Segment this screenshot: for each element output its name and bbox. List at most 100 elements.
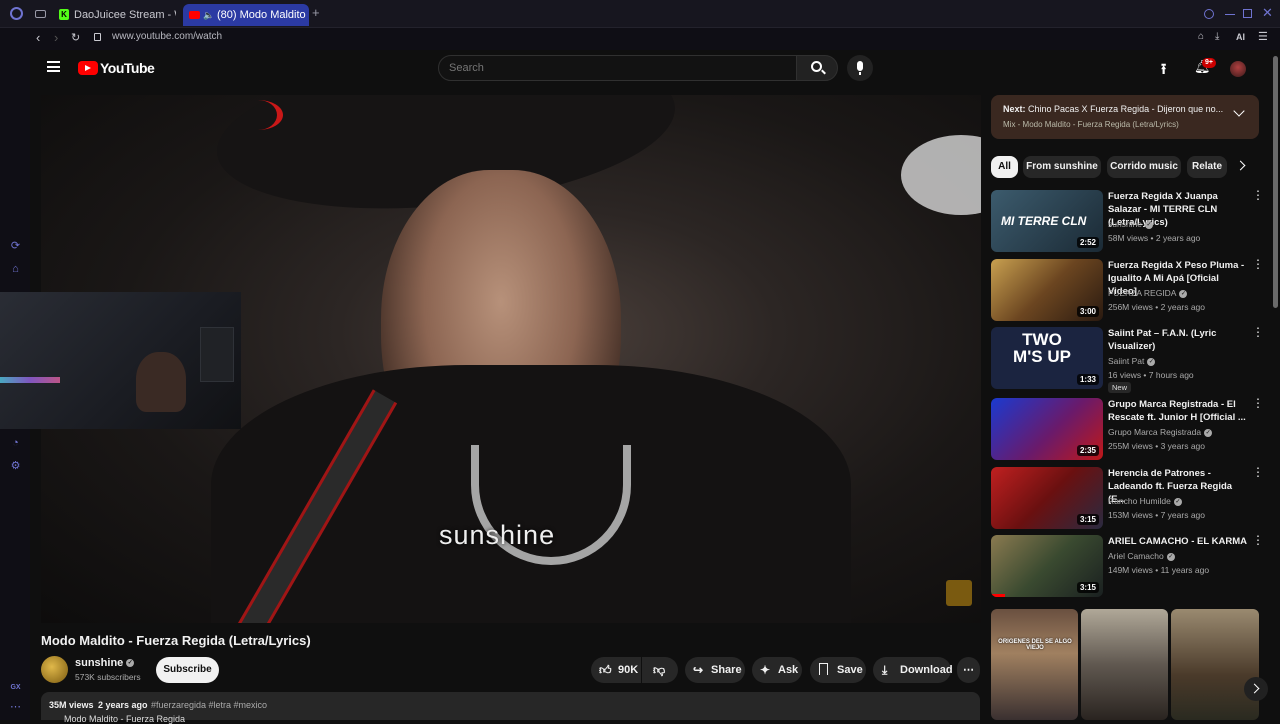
messenger-icon[interactable]: ◔ — [9, 437, 22, 450]
more-vertical-icon[interactable]: ⋮ — [1252, 189, 1264, 201]
shorts-item[interactable] — [1081, 609, 1168, 720]
like-button[interactable]: 👍︎ 90K — [591, 657, 641, 683]
scrollbar-thumb[interactable] — [1273, 56, 1278, 308]
video-meta: 58M views • 2 years ago — [1108, 233, 1201, 243]
voice-search-button[interactable] — [847, 55, 873, 81]
list-item[interactable]: TWO M'S UP 1:33 Saiint Pat – F.A.N. (Lyr… — [991, 326, 1264, 393]
video-thumbnail[interactable]: MI TERRE CLN 2:52 — [991, 190, 1103, 252]
download-label: Download — [900, 664, 953, 676]
youtube-header: YouTube ⭱ 🔔︎ 9+ — [30, 50, 1270, 86]
up-next-prefix: Next: — [1003, 104, 1026, 114]
video-thumbnail[interactable]: 3:15 — [991, 535, 1103, 597]
list-item[interactable]: 3:15 ARIEL CAMACHO - EL KARMA Ariel Cama… — [991, 534, 1264, 597]
save-button[interactable]: Save — [810, 657, 866, 683]
hamburger-menu-icon[interactable] — [47, 61, 60, 72]
search-input[interactable] — [449, 61, 769, 75]
channel-name[interactable]: Grupo Marca Registrada ✓ — [1108, 427, 1213, 437]
chips-next-icon[interactable] — [1235, 160, 1246, 171]
video-meta: 149M views • 11 years ago — [1108, 565, 1210, 575]
chip-all[interactable]: All — [991, 156, 1018, 178]
dislike-button[interactable]: 👎︎ — [642, 657, 678, 683]
search-button[interactable] — [796, 55, 838, 81]
channel-name[interactable]: Rancho Humilde ✓ — [1108, 496, 1182, 506]
new-tab-icon[interactable]: + — [312, 5, 320, 20]
list-item[interactable]: MI TERRE CLN 2:52 Fuerza Regida X Juanpa… — [991, 189, 1264, 252]
search-box[interactable] — [438, 55, 797, 81]
channel-name-text: sunshine — [75, 657, 124, 669]
more-vertical-icon[interactable]: ⋮ — [1252, 397, 1264, 409]
video-thumbnail[interactable]: 3:00 — [991, 259, 1103, 321]
more-icon[interactable]: ⋯ — [9, 701, 22, 714]
video-title[interactable]: ARIEL CAMACHO - EL KARMA — [1108, 535, 1248, 548]
youtube-logo[interactable] — [78, 61, 98, 75]
page-scrollbar[interactable] — [1271, 50, 1280, 720]
easy-setup-icon[interactable]: ☰ — [1258, 30, 1268, 43]
chevron-down-icon[interactable] — [1233, 105, 1245, 117]
reload-icon[interactable]: ↻ — [71, 31, 80, 44]
more-actions-button[interactable]: ⋯ — [957, 657, 980, 683]
shorts-item[interactable]: ORIGENES DEL SE ALGO VIEJO — [991, 609, 1078, 720]
thumbnail-caption: TWO M'S UP — [1013, 330, 1071, 366]
more-vertical-icon[interactable]: ⋮ — [1252, 534, 1264, 546]
up-next-panel[interactable]: Next: Chino Pacas X Fuerza Regida - Dije… — [991, 95, 1259, 139]
settings-icon[interactable]: ⚙ — [9, 460, 22, 473]
shorts-item[interactable] — [1171, 609, 1259, 720]
up-next-subtitle: Mix - Modo Maldito - Fuerza Regida (Letr… — [1003, 120, 1179, 129]
ai-label[interactable]: AI — [1236, 32, 1245, 42]
avatar[interactable] — [1230, 61, 1246, 77]
gx-label[interactable]: GX — [9, 681, 22, 694]
tab-daojuicee[interactable]: K DaoJuicee Stream - Watch — [54, 4, 176, 26]
speaker-icon[interactable]: 🔈 — [203, 4, 214, 26]
search-tabs-icon[interactable] — [1204, 9, 1214, 19]
url-field[interactable]: www.youtube.com/watch — [112, 31, 222, 42]
snapshot-icon[interactable]: ⌂ — [1198, 31, 1204, 42]
ask-button[interactable]: ✦ Ask — [752, 657, 802, 683]
channel-name[interactable]: Ariel Camacho ✓ — [1108, 551, 1175, 561]
forward-icon[interactable]: › — [54, 30, 58, 45]
video-title[interactable]: Saiint Pat – F.A.N. (Lyric Visualizer) — [1108, 327, 1248, 353]
video-thumbnail[interactable]: 3:15 — [991, 467, 1103, 529]
download-icon[interactable]: ⤓ — [1215, 31, 1219, 42]
bag-icon[interactable]: ⌂ — [9, 263, 22, 276]
youtube-logo-text[interactable]: YouTube — [100, 60, 155, 76]
download-icon: ⤓ — [882, 663, 888, 677]
more-vertical-icon[interactable]: ⋮ — [1252, 326, 1264, 338]
thumbs-down-icon: 👎︎ — [653, 663, 666, 677]
video-title[interactable]: Grupo Marca Registrada - El Rescate ft. … — [1108, 398, 1248, 424]
history-icon[interactable]: ⟳ — [9, 240, 22, 253]
chip-corrido-music[interactable]: Corrido music — [1107, 156, 1181, 178]
channel-name[interactable]: sunshine ✓ — [1108, 219, 1154, 229]
workspace-icon[interactable] — [35, 10, 46, 18]
verified-icon: ✓ — [1147, 357, 1156, 366]
channel-name[interactable]: Saiint Pat ✓ — [1108, 356, 1156, 366]
tab-youtube-active[interactable]: 🔈 (80) Modo Maldito - Fu — [183, 4, 309, 26]
description-box[interactable]: 35M views 2 years ago #fuerzaregida #let… — [41, 692, 980, 724]
list-item[interactable]: 3:00 Fuerza Regida X Peso Pluma - Iguali… — [991, 258, 1264, 321]
close-window-icon[interactable]: ✕ — [1262, 5, 1273, 21]
chip-from-sunshine[interactable]: From sunshine — [1023, 156, 1101, 178]
channel-name[interactable]: FUERZA REGIDA ✓ — [1108, 288, 1188, 298]
download-button[interactable]: ⤓ Download — [873, 657, 953, 683]
list-item[interactable]: 3:15 Herencia de Patrones - Ladeando ft.… — [991, 466, 1264, 529]
list-item[interactable]: 2:35 Grupo Marca Registrada - El Rescate… — [991, 397, 1264, 460]
upload-icon[interactable]: ⭱ — [1161, 59, 1166, 84]
more-vertical-icon[interactable]: ⋮ — [1252, 258, 1264, 270]
back-icon[interactable]: ‹ — [36, 30, 40, 45]
video-thumbnail[interactable]: 2:35 — [991, 398, 1103, 460]
minimize-icon[interactable] — [1225, 14, 1235, 15]
chip-related[interactable]: Relate — [1187, 156, 1227, 178]
channel-name[interactable]: sunshine ✓ — [75, 657, 135, 669]
hashtags[interactable]: #fuerzaregida #letra #mexico — [151, 700, 267, 710]
more-vertical-icon[interactable]: ⋮ — [1252, 466, 1264, 478]
opera-menu-icon[interactable] — [10, 7, 23, 20]
subscribe-button[interactable]: Subscribe — [156, 657, 219, 683]
hat-right-shape — [901, 135, 981, 215]
channel-avatar[interactable] — [41, 656, 68, 683]
ask-label: Ask — [778, 664, 799, 676]
notifications-badge: 9+ — [1202, 58, 1216, 68]
share-button[interactable]: ↪ Share — [685, 657, 745, 683]
restore-icon[interactable] — [1243, 9, 1252, 18]
microphone-icon — [857, 61, 863, 71]
video-thumbnail[interactable]: TWO M'S UP 1:33 — [991, 327, 1103, 389]
shorts-next-button[interactable] — [1244, 677, 1268, 701]
